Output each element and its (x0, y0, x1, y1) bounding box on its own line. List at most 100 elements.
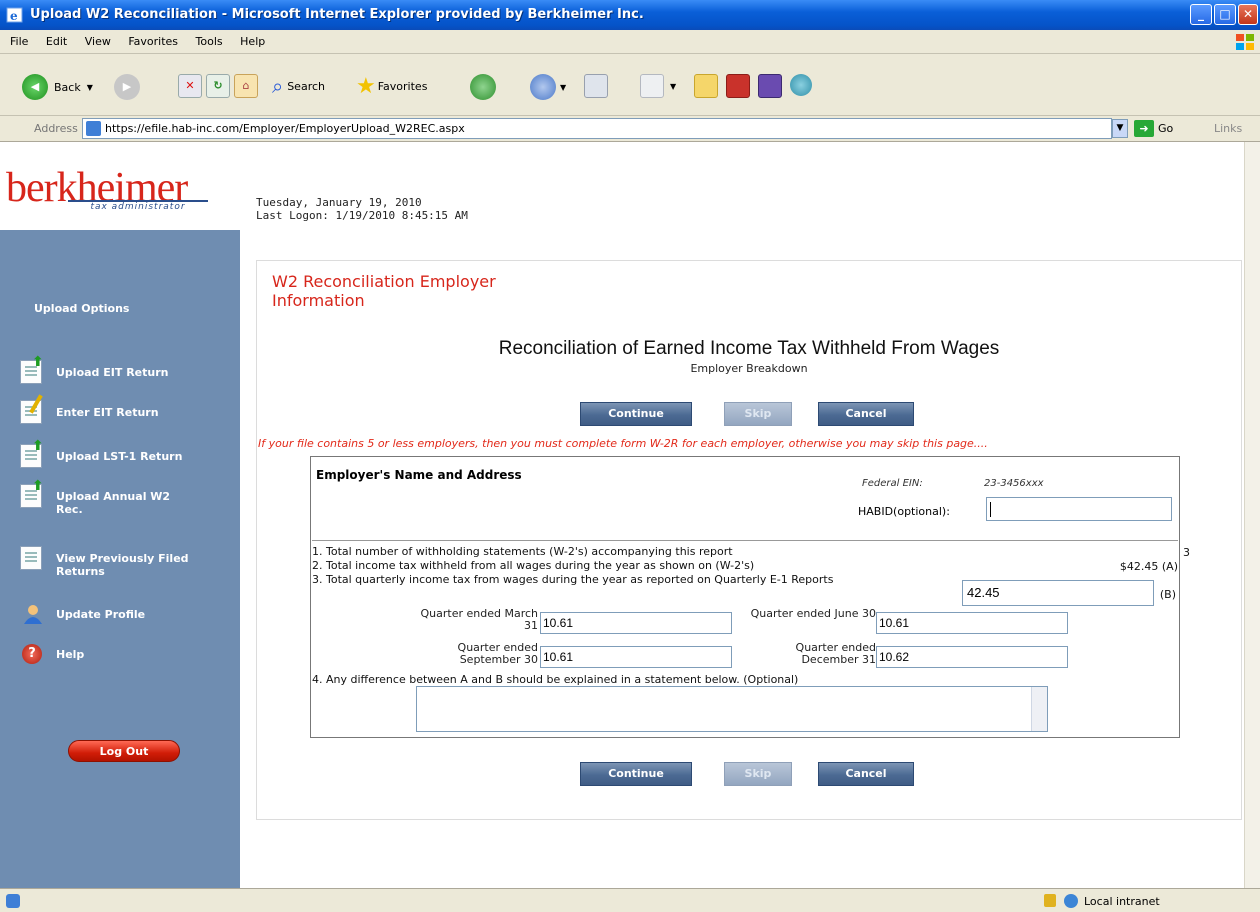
messenger-button[interactable] (790, 74, 812, 96)
q4-label: Quarter ended December 31 (795, 641, 876, 666)
page-status-icon (6, 894, 20, 908)
edit-button[interactable]: ▼ (640, 74, 676, 98)
favorites-button[interactable]: ★ Favorites (356, 74, 427, 99)
vertical-scrollbar[interactable] (1244, 142, 1260, 888)
links-button[interactable]: Links (1214, 122, 1242, 135)
cancel-button-top[interactable]: Cancel (818, 402, 914, 426)
section-title: W2 Reconciliation Employer Information (272, 272, 496, 310)
line1-value: 3 (1183, 546, 1190, 559)
sidebar-item-label: View Previously Filed Returns (56, 552, 189, 578)
search-icon: ⌕ (272, 74, 284, 98)
user-icon (20, 602, 46, 628)
svg-text:e: e (10, 9, 18, 23)
menu-edit[interactable]: Edit (46, 30, 67, 54)
menu-favorites[interactable]: Favorites (128, 30, 178, 54)
security-zone: Local intranet (1064, 894, 1160, 908)
sidebar-item-help[interactable]: ? Help (20, 642, 84, 668)
page-title: Reconciliation of Earned Income Tax With… (498, 338, 1000, 359)
forward-button[interactable]: ▶ (114, 74, 140, 100)
address-input[interactable]: https://efile.hab-inc.com/Employer/Emplo… (82, 118, 1112, 139)
media-button[interactable] (758, 74, 782, 98)
chevron-down-icon: ▼ (670, 81, 677, 91)
document-icon (20, 546, 46, 572)
ein-label: Federal EIN: (862, 478, 923, 489)
sidebar-item-label: Update Profile (56, 608, 146, 621)
cancel-button-bottom[interactable]: Cancel (818, 762, 914, 786)
menu-help[interactable]: Help (240, 30, 265, 54)
menu-file[interactable]: File (10, 30, 28, 54)
folder-button[interactable] (694, 74, 718, 98)
habid-label: HABID(optional): (858, 505, 950, 518)
explanation-textarea[interactable] (416, 686, 1048, 732)
skip-button-top[interactable]: Skip (724, 402, 792, 426)
status-bar: Local intranet (0, 888, 1260, 912)
research-icon (726, 74, 750, 98)
forward-arrow-icon: ▶ (114, 74, 140, 100)
sidebar-item-label: Upload EIT Return (56, 366, 169, 379)
help-icon: ? (20, 642, 46, 668)
refresh-icon: ↻ (206, 74, 230, 98)
sidebar-item-view-returns[interactable]: View Previously Filed Returns (20, 546, 234, 578)
ein-value: 23-3456xxx (984, 478, 1044, 489)
q1-input[interactable]: 10.61 (540, 612, 732, 634)
page-subtitle: Employer Breakdown (690, 362, 808, 375)
search-button[interactable]: ⌕ Search (272, 74, 325, 98)
q4-input[interactable]: 10.62 (876, 646, 1068, 668)
maximize-button[interactable]: □ (1214, 4, 1236, 25)
line2-value: $42.45 (A) (1119, 560, 1178, 573)
continue-button-bottom[interactable]: Continue (580, 762, 692, 786)
sidebar-item-upload-eit[interactable]: ⬆ Upload EIT Return (20, 355, 169, 386)
star-icon: ★ (356, 74, 376, 99)
messenger-icon (790, 74, 812, 96)
stop-icon: ✕ (178, 74, 202, 98)
print-button[interactable] (584, 74, 608, 98)
menu-view[interactable]: View (85, 30, 111, 54)
quarterly-total-input[interactable]: 42.45 (962, 580, 1154, 606)
sidebar-item-upload-lst1[interactable]: ⬆ Upload LST-1 Return (20, 439, 182, 470)
back-button[interactable]: ◀ Back ▼ (22, 74, 93, 100)
sidebar-item-upload-w2[interactable]: ⬆ Upload Annual W2 Rec. (20, 479, 220, 516)
page-content: berkheimer tax administrator Tuesday, Ja… (0, 142, 1244, 888)
address-dropdown[interactable]: ▼ (1112, 119, 1128, 138)
sidebar-item-update-profile[interactable]: Update Profile (20, 602, 145, 628)
mail-icon (530, 74, 556, 100)
q3-label: Quarter ended September 30 (457, 641, 538, 666)
favorites-label: Favorites (377, 80, 428, 93)
history-button[interactable] (470, 74, 496, 100)
q2-input[interactable]: 10.61 (876, 612, 1068, 634)
refresh-button[interactable]: ↻ (206, 74, 230, 98)
menu-tools[interactable]: Tools (196, 30, 223, 54)
research-button[interactable] (726, 74, 750, 98)
media-icon (758, 74, 782, 98)
address-label: Address (34, 122, 78, 135)
skip-button-bottom[interactable]: Skip (724, 762, 792, 786)
folder-icon (694, 74, 718, 98)
sidebar-item-enter-eit[interactable]: Enter EIT Return (20, 394, 159, 426)
home-button[interactable]: ⌂ (234, 74, 258, 98)
line2-text: 2. Total income tax withheld from all wa… (312, 559, 755, 572)
minimize-button[interactable]: _ (1190, 4, 1212, 25)
last-logon: Last Logon: 1/19/2010 8:45:15 AM (256, 209, 468, 222)
close-button[interactable]: ✕ (1238, 4, 1258, 25)
search-label: Search (287, 79, 325, 93)
logout-button[interactable]: Log Out (68, 740, 180, 762)
continue-button-top[interactable]: Continue (580, 402, 692, 426)
textarea-scrollbar[interactable] (1031, 687, 1047, 731)
stop-button[interactable]: ✕ (178, 74, 202, 98)
back-label: Back (54, 80, 81, 94)
address-url: https://efile.hab-inc.com/Employer/Emplo… (105, 122, 465, 135)
window-title: Upload W2 Reconciliation - Microsoft Int… (30, 7, 644, 22)
line4-text: 4. Any difference between A and B should… (312, 673, 799, 686)
upload-icon: ⬆ (20, 479, 46, 510)
globe-icon (1064, 894, 1078, 908)
sidebar-item-label: Help (56, 648, 85, 661)
toolbar: ◀ Back ▼ ▶ ✕ ↻ ⌂ ⌕ Search ★ Favorites ▼ … (0, 54, 1260, 116)
zone-label: Local intranet (1084, 894, 1160, 908)
windows-flag-icon (1236, 34, 1254, 50)
q3-input[interactable]: 10.61 (540, 646, 732, 668)
habid-input[interactable] (986, 497, 1172, 521)
sidebar-item-label: Upload Annual W2 Rec. (56, 490, 171, 516)
mail-button[interactable]: ▼ (530, 74, 566, 100)
upload-icon: ⬆ (20, 355, 46, 386)
go-button[interactable]: ➜ Go (1134, 120, 1173, 137)
